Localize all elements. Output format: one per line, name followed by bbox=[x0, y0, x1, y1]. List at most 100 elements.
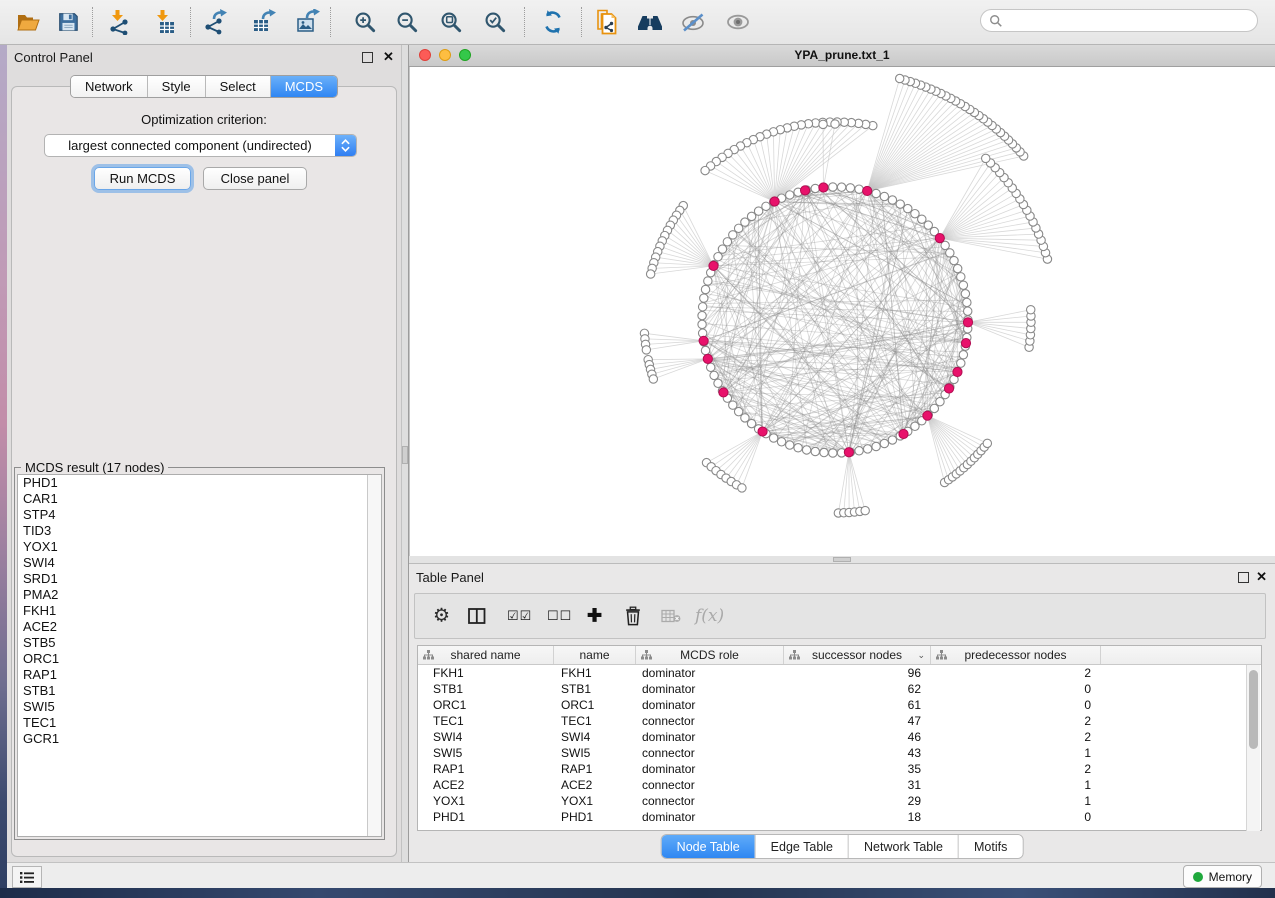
memory-button[interactable]: Memory bbox=[1183, 865, 1262, 888]
network-canvas[interactable] bbox=[409, 67, 1275, 556]
tab-select[interactable]: Select bbox=[205, 76, 270, 97]
vertical-splitter[interactable] bbox=[401, 44, 409, 862]
mcds-result-item[interactable]: YOX1 bbox=[18, 539, 381, 555]
export-image-icon[interactable] bbox=[291, 7, 323, 37]
tab-mcds[interactable]: MCDS bbox=[270, 76, 337, 97]
column-header-name[interactable]: name bbox=[554, 646, 636, 664]
column-header-MCDS-role[interactable]: MCDS role bbox=[636, 646, 784, 664]
mcds-result-item[interactable]: PHD1 bbox=[18, 475, 381, 491]
mcds-result-list[interactable]: PHD1CAR1STP4TID3YOX1SWI4SRD1PMA2FKH1ACE2… bbox=[17, 474, 382, 837]
mcds-result-item[interactable]: ORC1 bbox=[18, 651, 381, 667]
optimization-criterion-select[interactable]: largest connected component (undirected) bbox=[44, 134, 357, 157]
tab-motifs[interactable]: Motifs bbox=[958, 835, 1022, 858]
search-network-binoculars-icon[interactable] bbox=[634, 7, 666, 37]
cell-shared-name: PHD1 bbox=[418, 809, 554, 825]
cell-predecessor-nodes: 0 bbox=[931, 681, 1101, 697]
mcds-result-item[interactable]: SWI5 bbox=[18, 699, 381, 715]
mcds-result-item[interactable]: GCR1 bbox=[18, 731, 381, 747]
cell-MCDS-role: dominator bbox=[636, 697, 784, 713]
float-panel-icon[interactable] bbox=[362, 52, 373, 63]
mcds-result-item[interactable]: FKH1 bbox=[18, 603, 381, 619]
table-row[interactable]: TEC1TEC1connector472 bbox=[418, 713, 1261, 729]
cell-successor-nodes: 29 bbox=[784, 793, 931, 809]
show-all-eye-icon[interactable] bbox=[722, 7, 754, 37]
table-row[interactable]: PHD1PHD1dominator180 bbox=[418, 809, 1261, 825]
run-mcds-button[interactable]: Run MCDS bbox=[94, 167, 191, 190]
tab-network[interactable]: Network bbox=[71, 76, 147, 97]
search-field[interactable] bbox=[980, 9, 1258, 32]
mcds-result-item[interactable]: SWI4 bbox=[18, 555, 381, 571]
close-panel-icon[interactable]: ✕ bbox=[1256, 569, 1267, 585]
column-header-successor-nodes[interactable]: successor nodes⌄ bbox=[784, 646, 931, 664]
mcds-result-item[interactable]: STB5 bbox=[18, 635, 381, 651]
tab-style[interactable]: Style bbox=[147, 76, 205, 97]
zoom-in-icon[interactable] bbox=[349, 7, 381, 37]
column-header-predecessor-nodes[interactable]: predecessor nodes bbox=[931, 646, 1101, 664]
cell-name: SWI5 bbox=[554, 745, 636, 761]
table-panel: Table Panel ✕ ⚙ ☑☑ ☐☐ ✚ f(x) shared name… bbox=[409, 563, 1275, 862]
cell-successor-nodes: 31 bbox=[784, 777, 931, 793]
optimization-criterion-label: Optimization criterion: bbox=[7, 112, 401, 127]
tab-network-table[interactable]: Network Table bbox=[848, 835, 958, 858]
zoom-out-icon[interactable] bbox=[391, 7, 423, 37]
import-network-icon[interactable] bbox=[103, 7, 135, 37]
network-window-titlebar[interactable]: YPA_prune.txt_1 bbox=[409, 44, 1275, 67]
tab-edge-table[interactable]: Edge Table bbox=[755, 835, 848, 858]
table-row[interactable]: YOX1YOX1connector291 bbox=[418, 793, 1261, 809]
mcds-result-item[interactable]: PMA2 bbox=[18, 587, 381, 603]
mcds-result-item[interactable]: TID3 bbox=[18, 523, 381, 539]
cell-MCDS-role: connector bbox=[636, 793, 784, 809]
tab-node-table[interactable]: Node Table bbox=[662, 835, 755, 858]
show-columns-icon[interactable] bbox=[468, 608, 486, 625]
mcds-result-item[interactable]: TEC1 bbox=[18, 715, 381, 731]
table-scrollbar[interactable] bbox=[1246, 665, 1260, 831]
toolbar-separator bbox=[524, 7, 525, 37]
mcds-result-scrollbar[interactable] bbox=[367, 475, 381, 836]
table-row[interactable]: STB1STB1dominator620 bbox=[418, 681, 1261, 697]
horizontal-splitter[interactable] bbox=[409, 556, 1275, 563]
cell-predecessor-nodes: 2 bbox=[931, 713, 1101, 729]
refresh-icon[interactable] bbox=[537, 7, 569, 37]
table-settings-gear-icon[interactable]: ⚙ bbox=[433, 605, 450, 628]
create-column-plus-icon[interactable]: ✚ bbox=[587, 606, 602, 627]
search-input[interactable] bbox=[1003, 13, 1237, 29]
table-scrollbar-thumb[interactable] bbox=[1249, 670, 1258, 749]
close-panel-icon[interactable]: ✕ bbox=[383, 49, 394, 65]
select-all-columns-icon[interactable]: ☑☑ bbox=[507, 608, 532, 624]
mcds-result-item[interactable]: STB1 bbox=[18, 683, 381, 699]
mcds-result-item[interactable]: CAR1 bbox=[18, 491, 381, 507]
mcds-result-item[interactable]: RAP1 bbox=[18, 667, 381, 683]
splitter-grip[interactable] bbox=[833, 557, 851, 562]
table-row[interactable]: RAP1RAP1dominator352 bbox=[418, 761, 1261, 777]
share-network-icon[interactable] bbox=[591, 7, 623, 37]
cell-successor-nodes: 47 bbox=[784, 713, 931, 729]
save-session-icon[interactable] bbox=[52, 7, 84, 37]
mcds-result-item[interactable]: ACE2 bbox=[18, 619, 381, 635]
open-session-icon[interactable] bbox=[12, 7, 44, 37]
table-row[interactable]: SWI4SWI4dominator462 bbox=[418, 729, 1261, 745]
table-row[interactable]: ORC1ORC1dominator610 bbox=[418, 697, 1261, 713]
zoom-selected-icon[interactable] bbox=[479, 7, 511, 37]
cell-successor-nodes: 43 bbox=[784, 745, 931, 761]
table-row[interactable]: FKH1FKH1dominator962 bbox=[418, 665, 1261, 681]
task-list-icon bbox=[19, 871, 35, 884]
export-table-icon[interactable] bbox=[247, 7, 279, 37]
column-header-shared-name[interactable]: shared name bbox=[418, 646, 554, 664]
float-panel-icon[interactable] bbox=[1238, 572, 1249, 583]
mcds-result-item[interactable]: STP4 bbox=[18, 507, 381, 523]
splitter-grip[interactable] bbox=[402, 446, 408, 464]
cell-shared-name: ORC1 bbox=[418, 697, 554, 713]
mcds-result-item[interactable]: SRD1 bbox=[18, 571, 381, 587]
table-row[interactable]: ACE2ACE2connector311 bbox=[418, 777, 1261, 793]
close-panel-button[interactable]: Close panel bbox=[203, 167, 307, 190]
toolbar-separator bbox=[330, 7, 331, 37]
zoom-fit-icon[interactable] bbox=[435, 7, 467, 37]
hide-selected-eye-slash-icon[interactable] bbox=[677, 7, 709, 37]
delete-column-trash-icon[interactable] bbox=[623, 606, 643, 627]
unselect-all-columns-icon[interactable]: ☐☐ bbox=[547, 608, 572, 624]
table-row[interactable]: SWI5SWI5connector431 bbox=[418, 745, 1261, 761]
import-table-icon[interactable] bbox=[148, 7, 180, 37]
cell-name: STB1 bbox=[554, 681, 636, 697]
export-network-icon[interactable] bbox=[199, 7, 231, 37]
task-history-button[interactable] bbox=[12, 866, 42, 888]
